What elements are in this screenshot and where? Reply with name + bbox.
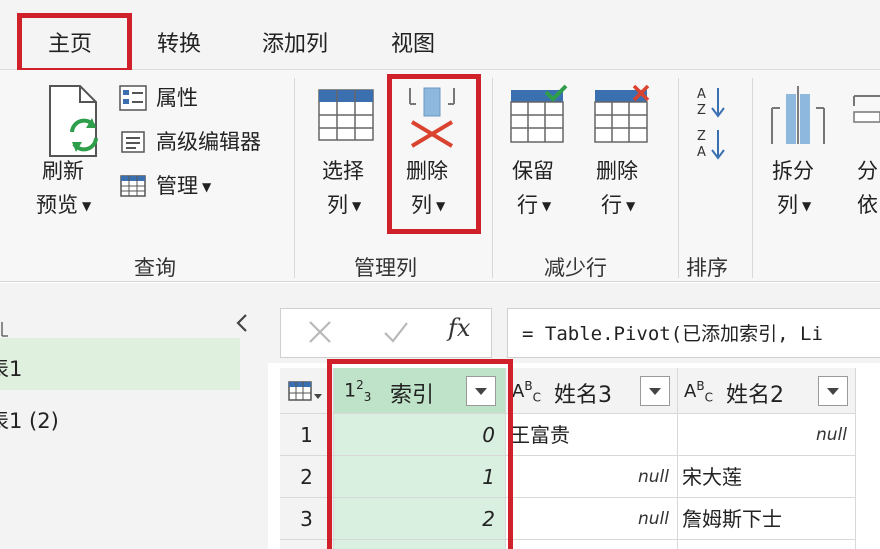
chevron-down-icon: [827, 388, 839, 395]
window-title-strip: [0, 0, 880, 12]
manage-columns-group-label: 管理列: [354, 256, 417, 280]
ribbon-separator: [752, 78, 753, 278]
table-menu-cell[interactable]: [280, 368, 334, 414]
choose-columns-label-1: 选择: [322, 159, 364, 183]
row-number[interactable]: 3: [280, 498, 334, 540]
svg-text:A: A: [697, 87, 706, 102]
sort-group-label: 排序: [686, 256, 728, 280]
properties-label: 属性: [156, 86, 198, 110]
selected-query-highlight: [0, 338, 240, 390]
panel-edge-icon: [1, 322, 8, 337]
reduce-rows-group-label: 减少行: [544, 256, 607, 280]
remove-columns-highlight: [387, 74, 481, 234]
tab-add-column[interactable]: 添加列: [262, 26, 328, 58]
manage-table-icon: [120, 175, 146, 197]
manage-label: 管理 ▼: [156, 174, 212, 198]
home-tab-highlight: [17, 13, 132, 73]
query-item-1[interactable]: 表1: [0, 353, 22, 383]
sort-descending-icon[interactable]: Z A: [694, 126, 730, 162]
advanced-editor-label: 高级编辑器: [156, 130, 261, 154]
remove-rows-label-2: 行 ▼: [601, 193, 636, 217]
chevron-down-icon: [649, 388, 661, 395]
split-column-icon: [771, 86, 825, 144]
ribbon-separator: [492, 78, 493, 278]
split-column-label-2: 列 ▼: [777, 193, 812, 217]
table-cell[interactable]: 王富贵: [506, 414, 678, 456]
ribbon-separator: [294, 78, 295, 278]
formula-input[interactable]: = Table.Pivot(已添加索引, Li: [522, 319, 823, 346]
refresh-label-1: 刷新: [42, 159, 84, 183]
query-item-2[interactable]: 表1 (2): [0, 405, 59, 435]
group-by-label-2: 依: [857, 193, 878, 217]
keep-rows-label-2: 行 ▼: [517, 193, 552, 217]
table-cell[interactable]: 宋大莲: [678, 456, 856, 498]
remove-rows-icon: [594, 84, 650, 143]
column-header-label: 姓名3: [554, 383, 612, 408]
text-type-icon[interactable]: ABC: [684, 379, 713, 405]
table-cell[interactable]: 詹姆斯下士: [678, 498, 856, 540]
index-column-highlight: [327, 359, 513, 549]
split-column-label-1: 拆分: [772, 159, 814, 183]
column-filter-button[interactable]: [818, 376, 848, 406]
confirm-formula-icon[interactable]: [382, 318, 410, 346]
table-cell[interactable]: null: [506, 456, 678, 498]
keep-rows-label-1: 保留: [512, 159, 554, 183]
table-cell[interactable]: null: [678, 414, 856, 456]
choose-columns-icon: [318, 89, 374, 141]
column-header-label: 姓名2: [726, 383, 784, 408]
table-cell[interactable]: [678, 540, 856, 549]
choose-columns-label-2: 列 ▼: [327, 193, 362, 217]
row-number[interactable]: 2: [280, 456, 334, 498]
tab-transform[interactable]: 转换: [157, 26, 201, 58]
collapse-panel-icon[interactable]: [232, 311, 252, 335]
group-by-icon: [853, 95, 880, 123]
svg-text:Z: Z: [697, 103, 706, 118]
group-by-label-1: 分: [857, 159, 878, 183]
text-type-icon[interactable]: ABC: [512, 379, 541, 405]
keep-rows-icon: [510, 84, 568, 143]
cancel-formula-icon[interactable]: [306, 318, 334, 346]
menu-bar: 主页 转换 添加列 视图: [0, 12, 880, 70]
svg-text:Z: Z: [697, 129, 706, 144]
table-cell[interactable]: null: [506, 498, 678, 540]
properties-icon: [119, 85, 147, 111]
row-number[interactable]: [280, 540, 334, 549]
row-number[interactable]: 1: [280, 414, 334, 456]
refresh-preview-icon: [49, 85, 98, 157]
svg-text:A: A: [697, 145, 706, 160]
refresh-label-2: 预览 ▼: [36, 193, 92, 217]
ribbon-separator: [678, 78, 679, 278]
remove-rows-label-1: 删除: [596, 159, 638, 183]
advanced-editor-icon: [121, 131, 145, 153]
column-header-name2[interactable]: ABC 姓名2: [678, 368, 856, 414]
column-header-name3[interactable]: ABC 姓名3: [506, 368, 678, 414]
query-group-label: 查询: [134, 256, 176, 280]
table-menu-icon: [288, 381, 322, 401]
column-filter-button[interactable]: [640, 376, 670, 406]
tab-view[interactable]: 视图: [391, 26, 435, 58]
sort-ascending-icon[interactable]: A Z: [694, 84, 730, 120]
table-cell[interactable]: [506, 540, 678, 549]
fx-icon[interactable]: fx: [448, 314, 470, 342]
